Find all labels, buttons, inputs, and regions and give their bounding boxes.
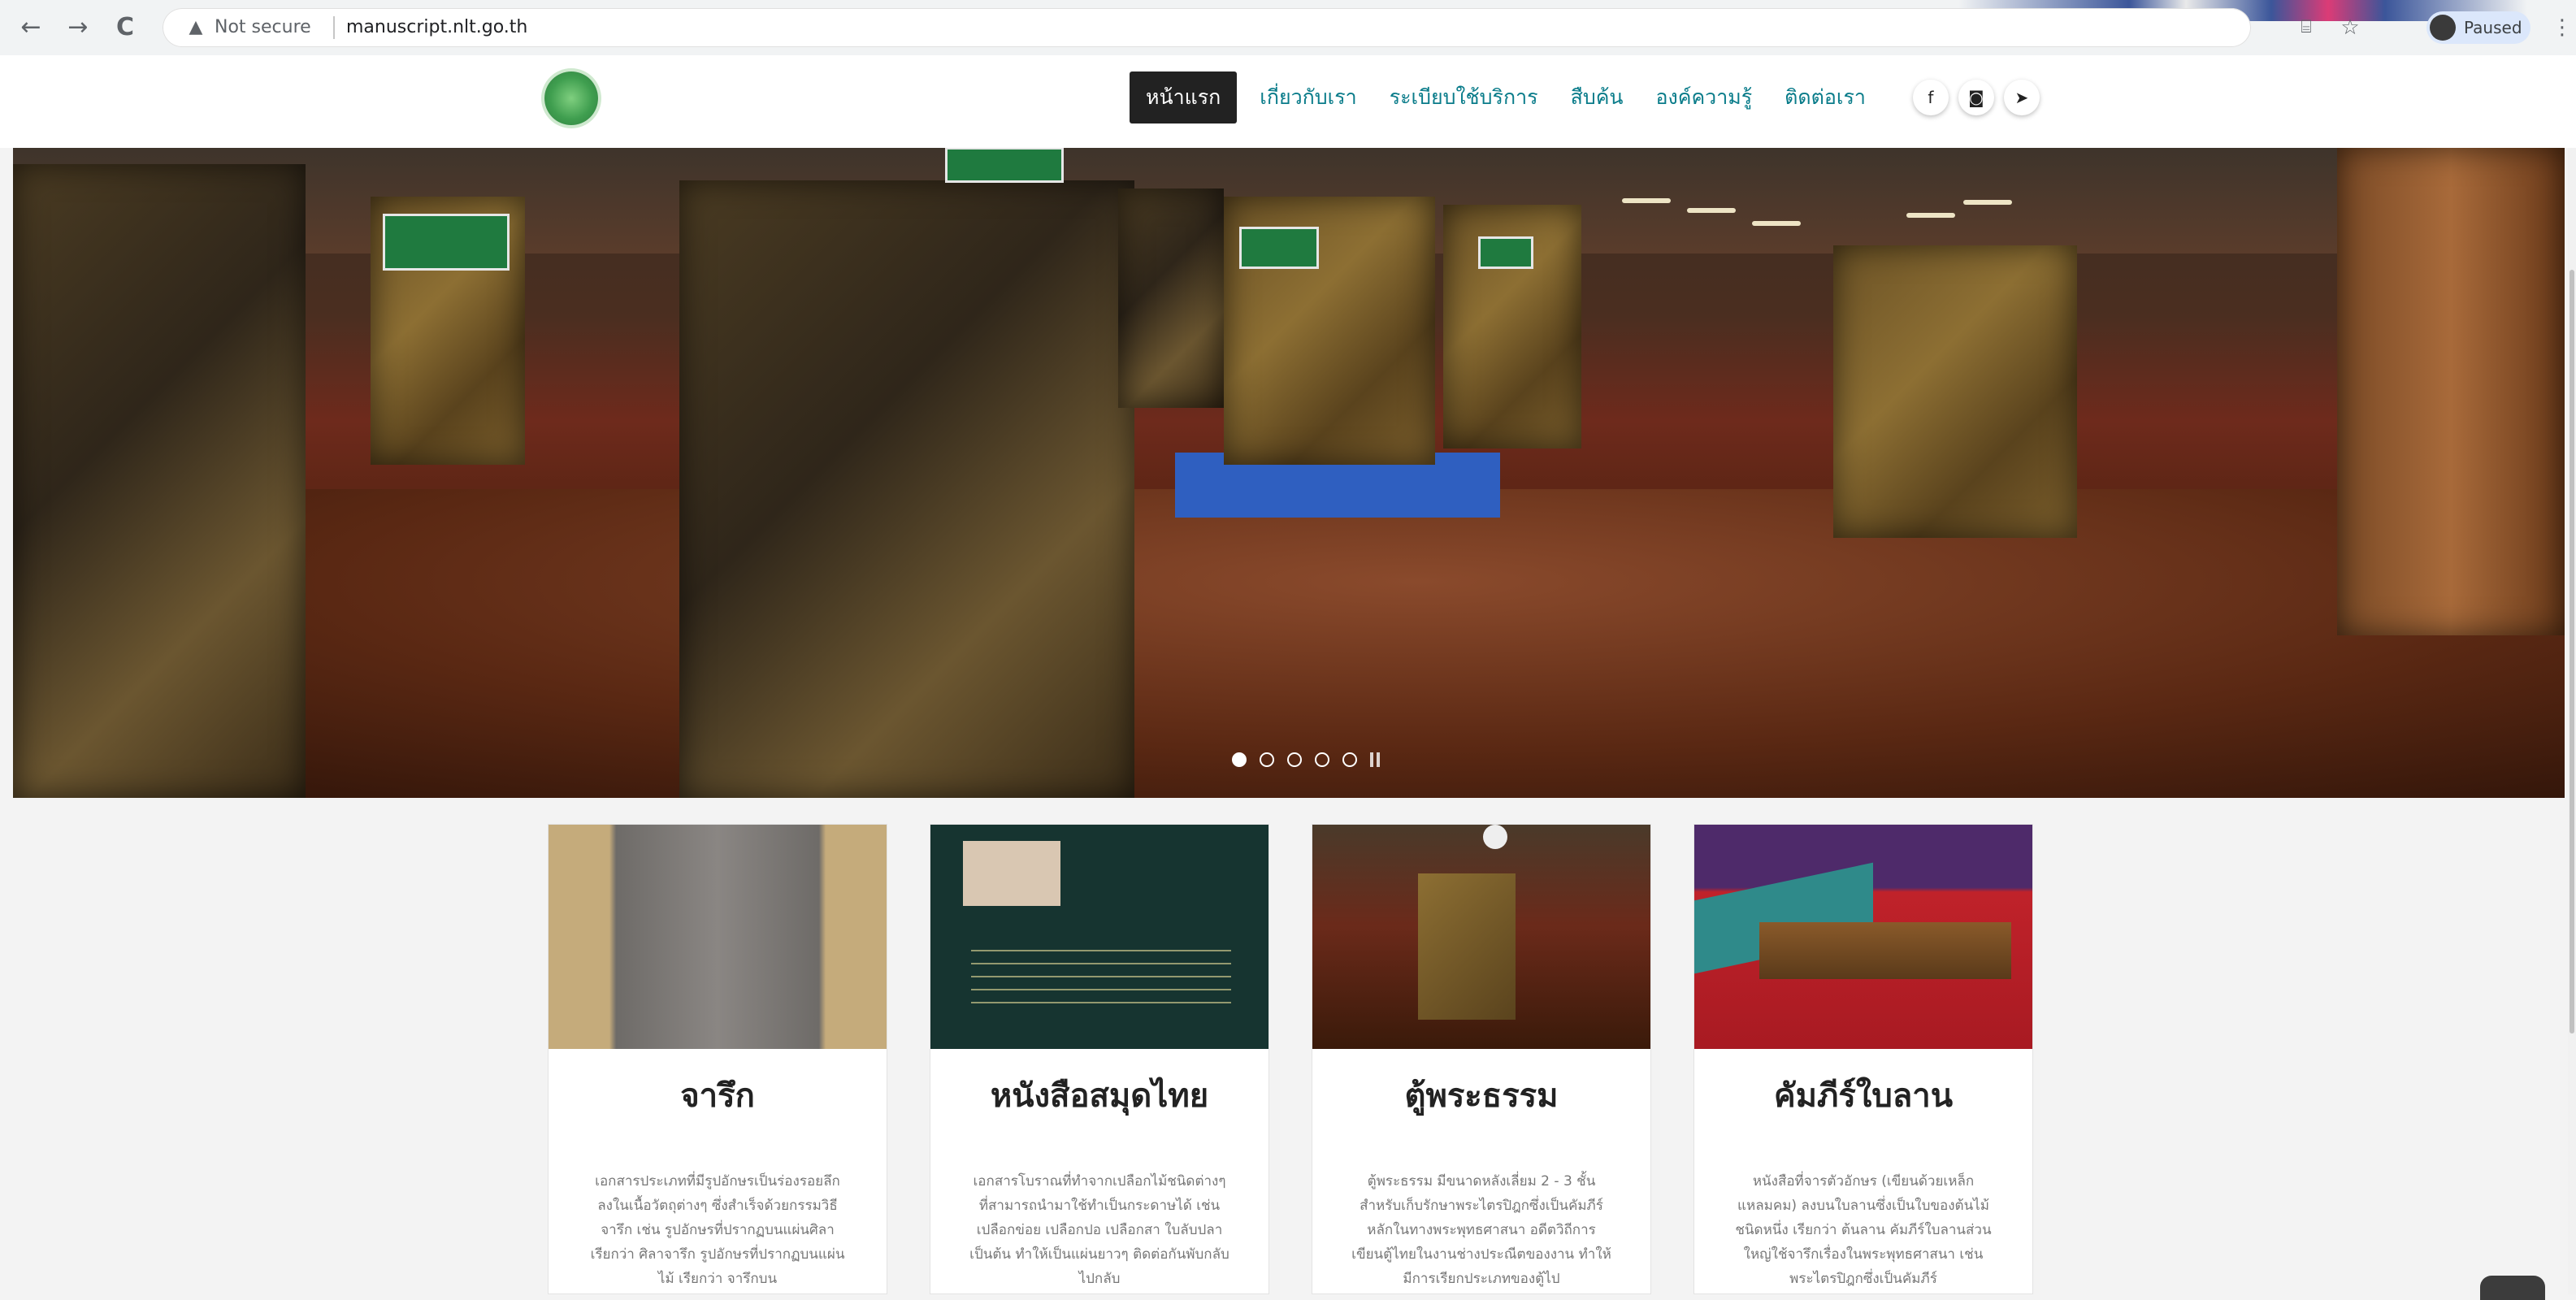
- browser-toolbar: ← → C ▲ Not secure manuscript.nlt.go.th …: [0, 0, 2576, 56]
- slide-dot[interactable]: [1232, 752, 1247, 767]
- page-scrollbar[interactable]: [2568, 148, 2576, 1294]
- cabinet-center: [679, 180, 1134, 798]
- exhibit-sign: [385, 216, 507, 268]
- slide-indicators: [1232, 752, 1380, 767]
- back-to-top-button[interactable]: [2480, 1276, 2545, 1300]
- card-description: เอกสารประเภทที่มีรูปอักษรเป็นร่องรอยลึกล…: [590, 1173, 845, 1287]
- profile-button[interactable]: Paused: [2426, 11, 2530, 44]
- clock-icon: [1483, 825, 1507, 849]
- social-links: f ◙ ➤: [1903, 80, 2040, 115]
- ceiling-light: [1963, 200, 2012, 205]
- manuscript-lines: [971, 938, 1231, 1012]
- card-description: หนังสือที่จารตัวอักษร (เขียนด้วยเหล็กแหล…: [1735, 1173, 1992, 1287]
- card-scripture-cabinet[interactable]: ตู้พระธรรม ตู้พระธรรม มีขนาดหลังเลี่ยม 2…: [1312, 824, 1651, 1294]
- facebook-icon[interactable]: f: [1912, 80, 1949, 115]
- cabinet: [1418, 873, 1516, 1020]
- card-title[interactable]: คัมภีร์ใบลาน: [1694, 1073, 2032, 1119]
- reload-icon[interactable]: C: [109, 11, 141, 44]
- card-image[interactable]: [549, 825, 887, 1049]
- address-divider: [333, 16, 335, 39]
- forward-icon[interactable]: →: [62, 11, 94, 44]
- card-image[interactable]: [1694, 825, 2032, 1049]
- back-icon[interactable]: ←: [15, 11, 47, 44]
- bookmark-star-icon[interactable]: ☆: [2337, 15, 2363, 41]
- exhibit-sign: [1242, 229, 1316, 266]
- exhibit-sign: [948, 150, 1061, 180]
- slide-dot[interactable]: [1260, 752, 1274, 767]
- avatar: [2430, 15, 2456, 41]
- card-palm-leaf[interactable]: คัมภีร์ใบลาน หนังสือที่จารตัวอักษร (เขีย…: [1693, 824, 2033, 1294]
- card-description: เอกสารโบราณที่ทำจากเปลือกไม้ชนิดต่างๆ ที…: [969, 1173, 1229, 1287]
- exhibit-sign: [1481, 239, 1531, 266]
- cabinet-left: [13, 164, 306, 798]
- hero-slideshow[interactable]: [13, 148, 2565, 798]
- card-image[interactable]: [930, 825, 1268, 1049]
- ceiling-light: [1906, 213, 1955, 218]
- ceiling-light: [1752, 221, 1801, 226]
- main-nav: หน้าแรก เกี่ยวกับเรา ระเบียบใช้บริการ สื…: [1130, 72, 2040, 124]
- card-thai-manuscript[interactable]: หนังสือสมุดไทย เอกสารโบราณที่ทำจากเปลือก…: [930, 824, 1269, 1294]
- twitter-icon[interactable]: ➤: [2003, 80, 2040, 115]
- pause-icon[interactable]: [1370, 752, 1380, 767]
- scrollbar-thumb[interactable]: [2569, 270, 2574, 1034]
- url-text[interactable]: manuscript.nlt.go.th: [346, 15, 527, 41]
- nav-contact[interactable]: ติดต่อเรา: [1768, 72, 1882, 124]
- content-area: [0, 798, 2576, 1294]
- cabinet: [1833, 245, 2077, 538]
- slide-dot[interactable]: [1342, 752, 1357, 767]
- security-status[interactable]: Not secure: [215, 15, 311, 41]
- browser-menu-icon[interactable]: ⋮: [2552, 15, 2573, 41]
- cabinet: [1118, 188, 1224, 408]
- card-title[interactable]: ตู้พระธรรม: [1312, 1073, 1650, 1119]
- card-description: ตู้พระธรรม มีขนาดหลังเลี่ยม 2 - 3 ชั้น ส…: [1351, 1173, 1611, 1287]
- ceiling-light: [1687, 208, 1736, 213]
- nav-knowledge[interactable]: องค์ความรู้: [1640, 72, 1769, 124]
- nav-home[interactable]: หน้าแรก: [1130, 72, 1238, 124]
- card-image[interactable]: [1312, 825, 1650, 1049]
- card-title[interactable]: จารึก: [549, 1073, 887, 1119]
- slide-dot[interactable]: [1315, 752, 1329, 767]
- slide-dot[interactable]: [1287, 752, 1302, 767]
- wooden-pillar: [2337, 148, 2565, 635]
- card-inscription[interactable]: จารึก เอกสารประเภทที่มีรูปอักษรเป็นร่องร…: [548, 824, 887, 1294]
- ceiling-light: [1622, 198, 1671, 203]
- hero-floor: [13, 489, 2565, 798]
- instagram-icon[interactable]: ◙: [1958, 80, 1994, 115]
- palm-leaf-bundle: [1759, 922, 2011, 979]
- library-logo[interactable]: [544, 72, 598, 125]
- nav-about[interactable]: เกี่ยวกับเรา: [1243, 72, 1373, 124]
- card-title[interactable]: หนังสือสมุดไทย: [930, 1073, 1268, 1119]
- address-bar[interactable]: ▲ Not secure manuscript.nlt.go.th: [163, 8, 2251, 47]
- nav-search[interactable]: สืบค้น: [1555, 72, 1640, 124]
- site-header: หน้าแรก เกี่ยวกับเรา ระเบียบใช้บริการ สื…: [0, 55, 2576, 148]
- nav-service-rules[interactable]: ระเบียบใช้บริการ: [1373, 72, 1555, 124]
- translate-icon[interactable]: ⌸: [2293, 15, 2319, 41]
- manuscript-page: [963, 841, 1060, 906]
- profile-status-label: Paused: [2464, 18, 2522, 37]
- warning-icon[interactable]: ▲: [184, 15, 208, 40]
